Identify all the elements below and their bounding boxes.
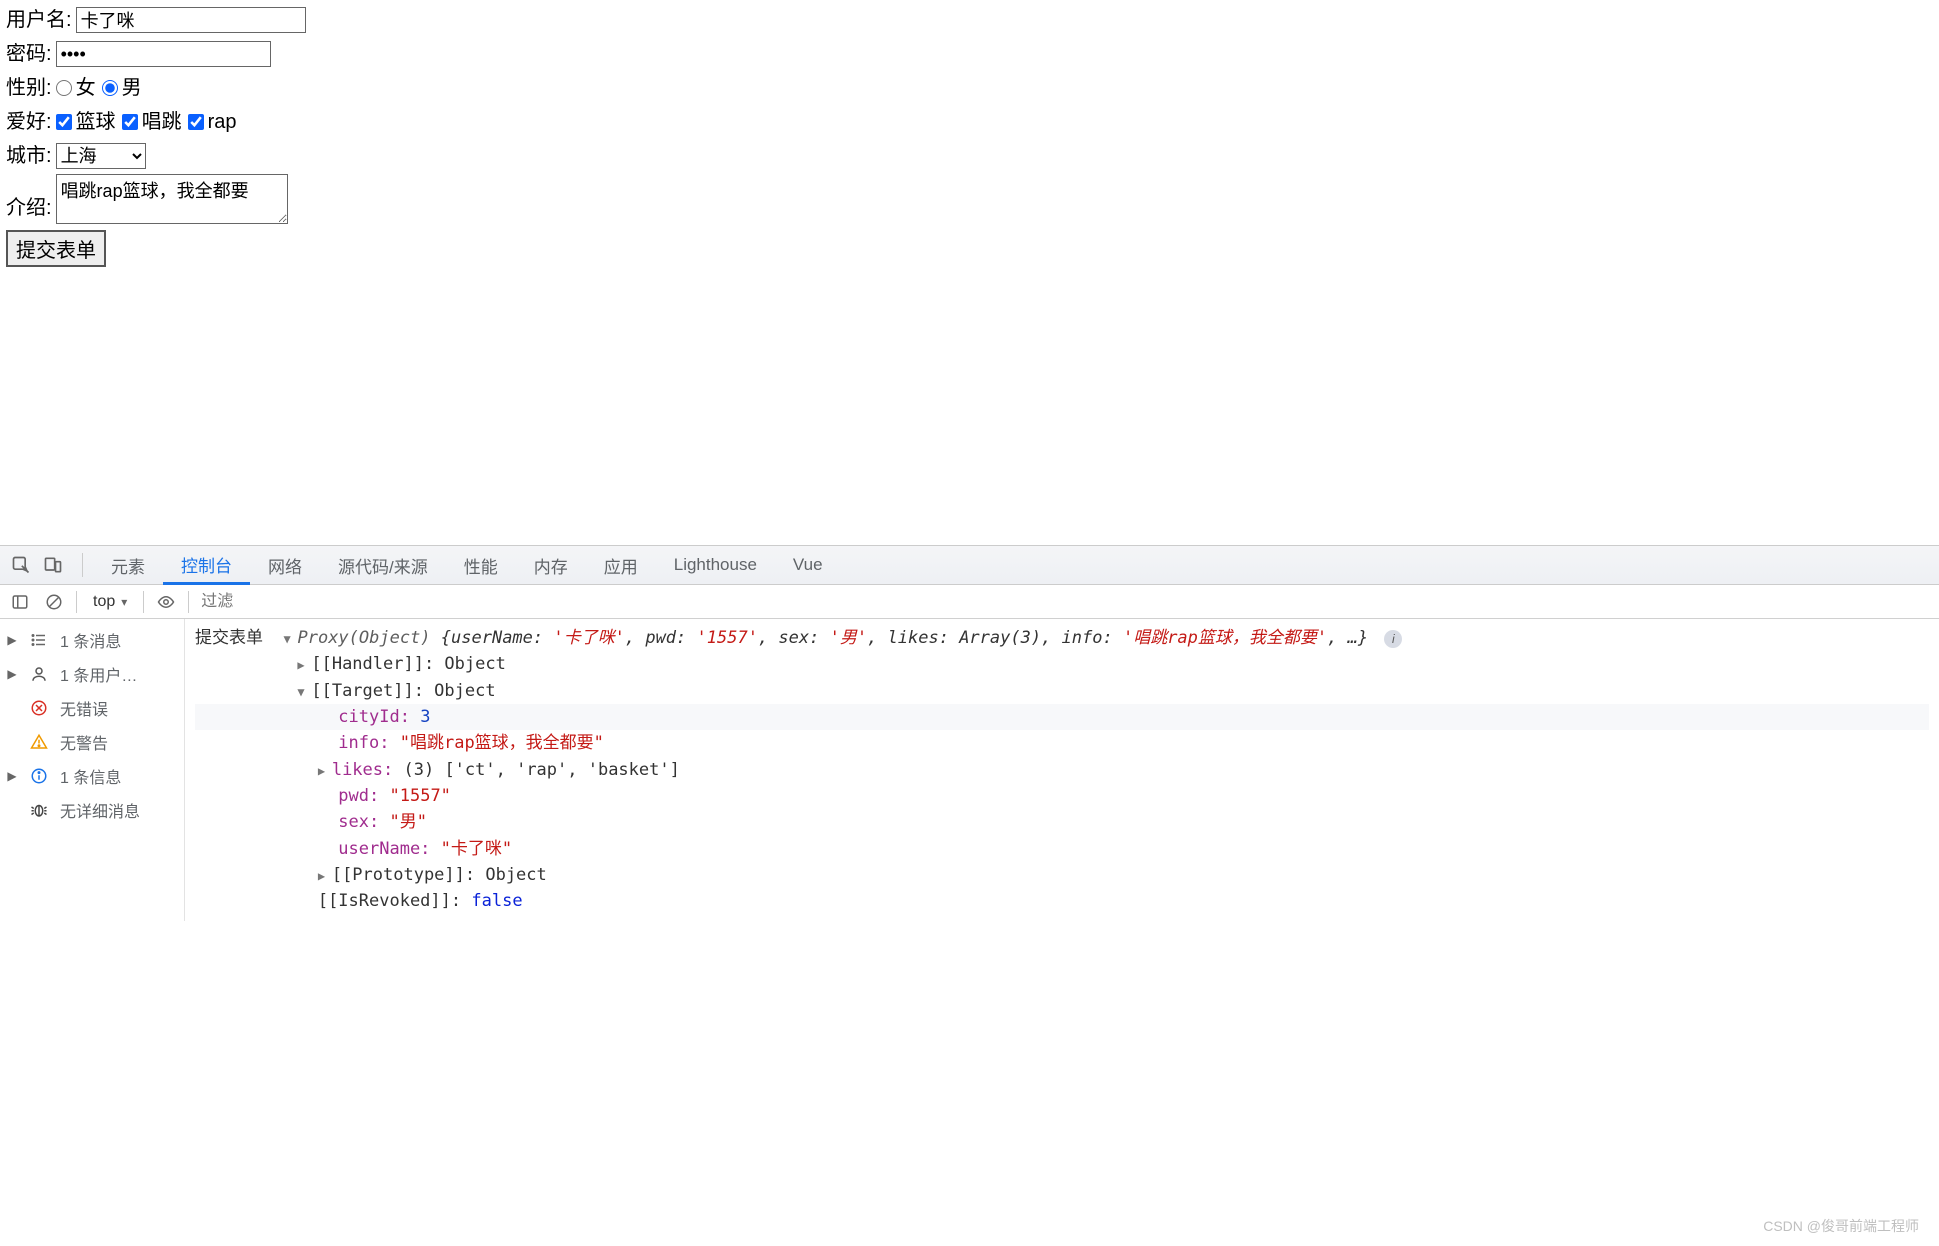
- hobby-rap-checkbox[interactable]: [188, 114, 204, 130]
- username-input[interactable]: [76, 7, 306, 33]
- log-row[interactable]: pwd: "1557": [195, 783, 1929, 809]
- divider: [143, 591, 144, 613]
- demo-form: 用户名: 密码: 性别: 女 男 爱好: 篮球 唱跳 rap 城市: 上海 介绍…: [0, 0, 1939, 271]
- sidebar-item-info[interactable]: ▶ 1 条信息: [0, 759, 184, 793]
- devtools-body: ▶ 1 条消息 ▶ 1 条用户… ▶ 无错误 ▶ 无警告 ▶: [0, 619, 1939, 921]
- log-row[interactable]: 提交表单 ▼Proxy(Object) {userName: '卡了咪', pw…: [195, 625, 1929, 651]
- tab-console[interactable]: 控制台: [163, 547, 250, 585]
- hobby-basketball-label: 篮球: [76, 106, 116, 138]
- hobby-basketball-checkbox[interactable]: [56, 114, 72, 130]
- expand-icon[interactable]: ▼: [283, 630, 297, 649]
- clear-console-icon[interactable]: [42, 590, 66, 614]
- tab-vue[interactable]: Vue: [775, 546, 841, 584]
- divider: [188, 591, 189, 613]
- tab-network[interactable]: 网络: [250, 546, 320, 584]
- sidebar-item-verbose[interactable]: ▶ 无详细消息: [0, 793, 184, 827]
- live-expression-icon[interactable]: [154, 590, 178, 614]
- sidebar-item-label: 1 条消息: [60, 628, 121, 652]
- password-row: 密码:: [6, 38, 1933, 70]
- sidebar-item-label: 无错误: [60, 696, 108, 720]
- city-row: 城市: 上海: [6, 140, 1933, 172]
- log-row[interactable]: ▶likes: (3) ['ct', 'rap', 'basket']: [195, 757, 1929, 783]
- log-row[interactable]: info: "唱跳rap篮球，我全都要": [195, 730, 1929, 756]
- city-label: 城市:: [6, 140, 52, 172]
- sidebar-item-label: 无详细消息: [60, 798, 140, 822]
- log-label-text: 提交表单: [195, 628, 263, 648]
- log-row[interactable]: [[IsRevoked]]: false: [195, 888, 1929, 914]
- sidebar-item-warnings[interactable]: ▶ 无警告: [0, 725, 184, 759]
- expand-icon[interactable]: ▶: [318, 867, 332, 886]
- hobby-rap-label: rap: [208, 106, 237, 138]
- log-row[interactable]: cityId: 3: [195, 704, 1929, 730]
- warning-icon: [28, 731, 50, 753]
- intro-textarea[interactable]: 唱跳rap篮球，我全都要: [56, 174, 288, 224]
- sidebar-item-label: 1 条信息: [60, 764, 121, 788]
- sidebar-item-label: 1 条用户…: [60, 662, 137, 686]
- city-select[interactable]: 上海: [56, 143, 146, 169]
- watermark: CSDN @俊哥前端工程师: [1763, 1216, 1919, 1236]
- toggle-sidebar-icon[interactable]: [8, 590, 32, 614]
- log-row[interactable]: userName: "卡了咪": [195, 836, 1929, 862]
- inspect-icon[interactable]: [8, 552, 34, 578]
- info-icon: [28, 765, 50, 787]
- tab-sources[interactable]: 源代码/来源: [320, 546, 446, 584]
- username-row: 用户名:: [6, 4, 1933, 36]
- hobby-label: 爱好:: [6, 106, 52, 138]
- tab-memory[interactable]: 内存: [516, 546, 586, 584]
- intro-label: 介绍:: [6, 192, 52, 224]
- divider: [76, 591, 77, 613]
- submit-button[interactable]: 提交表单: [6, 230, 106, 267]
- password-input[interactable]: [56, 41, 271, 67]
- gender-row: 性别: 女 男: [6, 72, 1933, 104]
- password-label: 密码:: [6, 38, 52, 70]
- log-row[interactable]: ▶[[Handler]]: Object: [195, 651, 1929, 677]
- log-row[interactable]: sex: "男": [195, 809, 1929, 835]
- tab-lighthouse[interactable]: Lighthouse: [656, 546, 775, 584]
- gender-female-label: 女: [76, 72, 96, 104]
- gender-male-label: 男: [122, 72, 142, 104]
- device-icon[interactable]: [40, 552, 66, 578]
- list-icon: [28, 629, 50, 651]
- filter-input[interactable]: [199, 592, 1931, 612]
- sidebar-item-label: 无警告: [60, 730, 108, 754]
- gender-male-radio[interactable]: [102, 80, 118, 96]
- error-icon: [28, 697, 50, 719]
- console-output: 提交表单 ▼Proxy(Object) {userName: '卡了咪', pw…: [185, 619, 1939, 921]
- expand-icon[interactable]: ▼: [297, 683, 311, 702]
- gender-female-radio[interactable]: [56, 80, 72, 96]
- log-row[interactable]: ▶[[Prototype]]: Object: [195, 862, 1929, 888]
- username-label: 用户名:: [6, 4, 72, 36]
- console-sidebar: ▶ 1 条消息 ▶ 1 条用户… ▶ 无错误 ▶ 无警告 ▶: [0, 619, 185, 921]
- sidebar-item-errors[interactable]: ▶ 无错误: [0, 691, 184, 725]
- hobby-ct-label: 唱跳: [142, 106, 182, 138]
- devtools-tabbar: 元素 控制台 网络 源代码/来源 性能 内存 应用 Lighthouse Vue: [0, 545, 1939, 585]
- log-row[interactable]: ▼[[Target]]: Object: [195, 678, 1929, 704]
- divider: [82, 553, 83, 577]
- devtools-panel: 元素 控制台 网络 源代码/来源 性能 内存 应用 Lighthouse Vue…: [0, 545, 1939, 921]
- console-toolbar: top: [0, 585, 1939, 619]
- gender-label: 性别:: [6, 72, 52, 104]
- intro-row: 介绍: 唱跳rap篮球，我全都要: [6, 174, 1933, 224]
- sidebar-item-messages[interactable]: ▶ 1 条消息: [0, 623, 184, 657]
- hobby-row: 爱好: 篮球 唱跳 rap: [6, 106, 1933, 138]
- expand-icon[interactable]: ▶: [318, 762, 332, 781]
- user-icon: [28, 663, 50, 685]
- expand-icon[interactable]: ▶: [297, 656, 311, 675]
- tab-performance[interactable]: 性能: [446, 546, 516, 584]
- hobby-ct-checkbox[interactable]: [122, 114, 138, 130]
- bug-icon: [28, 799, 50, 821]
- info-badge-icon[interactable]: i: [1384, 630, 1402, 648]
- sidebar-item-user[interactable]: ▶ 1 条用户…: [0, 657, 184, 691]
- tab-application[interactable]: 应用: [586, 546, 656, 584]
- proxy-prefix: Proxy(Object): [297, 628, 440, 648]
- context-selector[interactable]: top: [87, 593, 133, 611]
- tab-elements[interactable]: 元素: [93, 546, 163, 584]
